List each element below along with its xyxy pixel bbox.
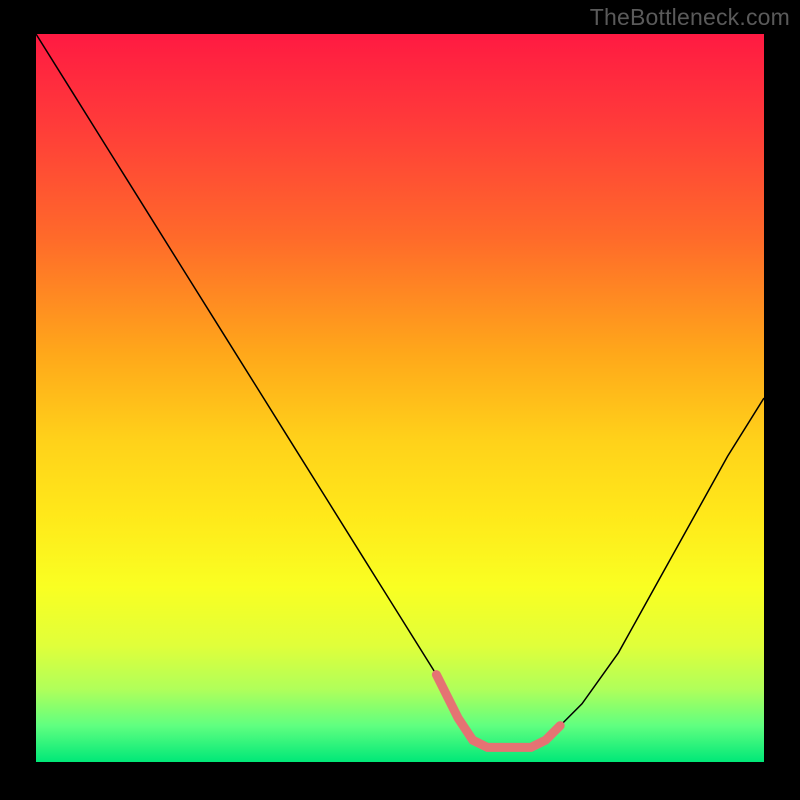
bottleneck-curve — [36, 34, 764, 747]
chart-frame: TheBottleneck.com — [0, 0, 800, 800]
chart-svg — [36, 34, 764, 762]
highlight-segment — [436, 675, 560, 748]
watermark-text: TheBottleneck.com — [590, 4, 790, 31]
